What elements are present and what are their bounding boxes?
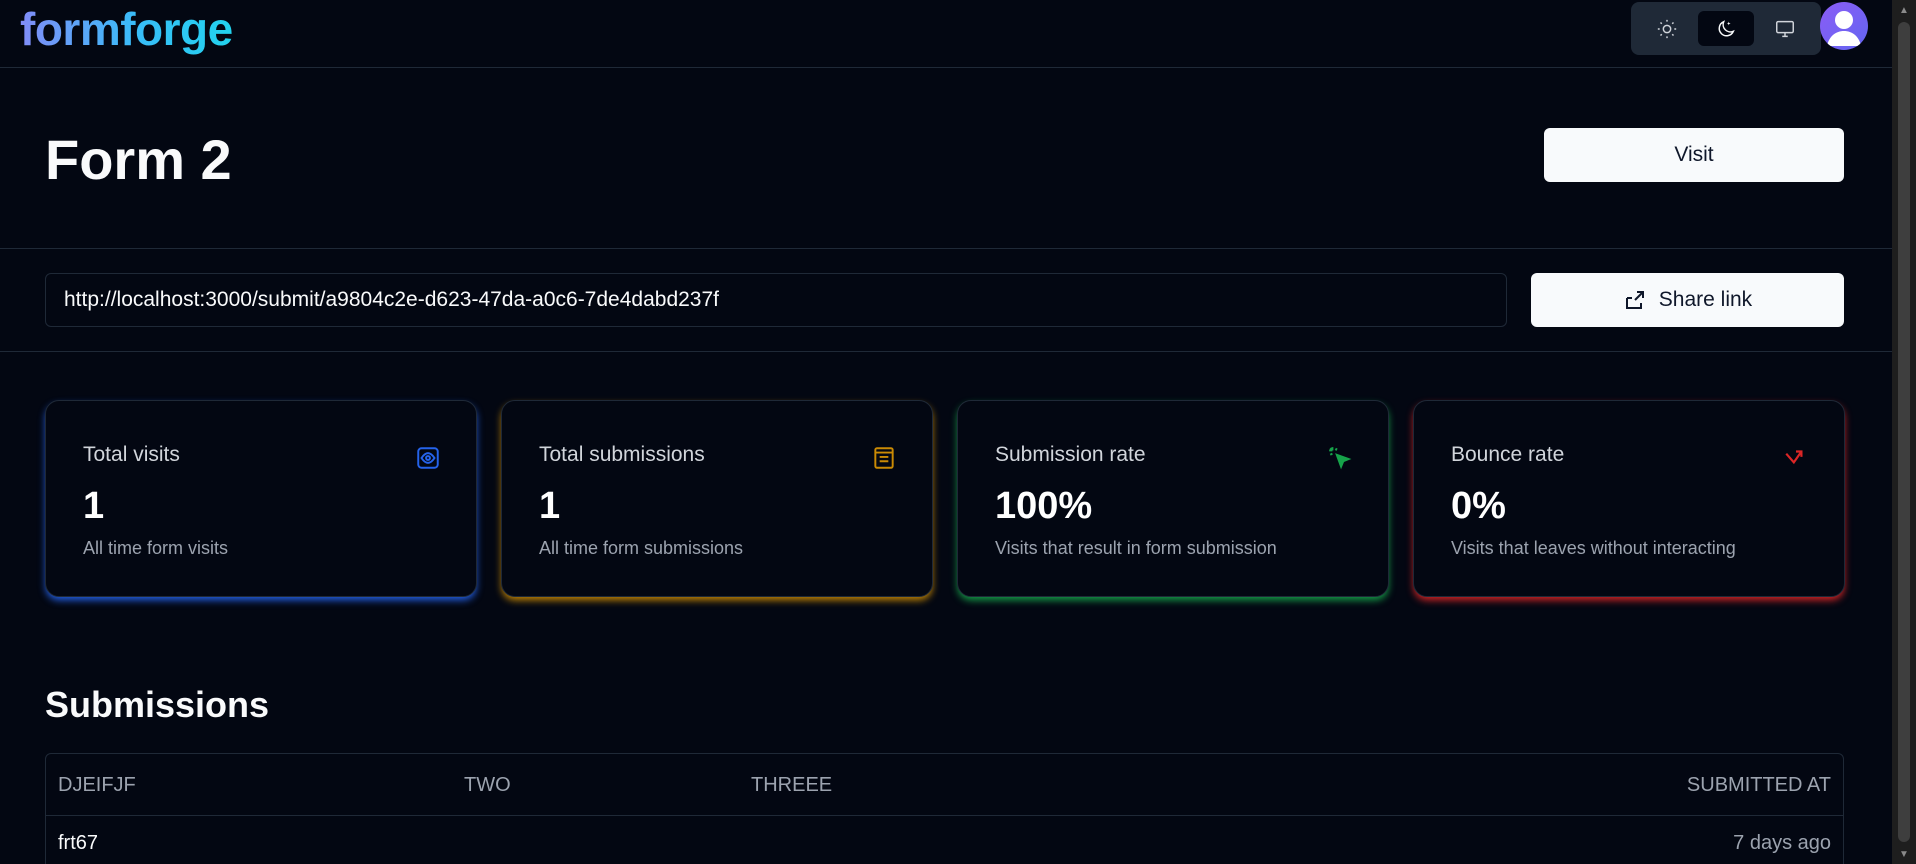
column-header: THREEE [751, 774, 833, 796]
stat-title: Total visits [83, 443, 180, 466]
system-theme-button[interactable] [1756, 11, 1813, 46]
scroll-up-arrow-icon[interactable]: ▲ [1892, 0, 1916, 20]
navbar: formforge [0, 0, 1892, 68]
share-link-button[interactable]: Share link [1531, 273, 1844, 327]
user-icon [1827, 11, 1861, 46]
app-logo[interactable]: formforge [20, 1, 233, 57]
stat-description: All time form visits [83, 538, 229, 558]
sun-icon [1658, 19, 1677, 38]
stat-title: Total submissions [539, 443, 705, 466]
stat-card-total-submissions: Total submissions 1 All time form submis… [501, 400, 933, 597]
form-icon [874, 447, 894, 469]
stat-card-total-visits: Total visits 1 All time form visits [45, 400, 477, 597]
submissions-heading: Submissions [45, 684, 270, 725]
dark-theme-button[interactable] [1697, 11, 1755, 46]
share-icon [1625, 291, 1644, 309]
light-theme-button[interactable] [1639, 11, 1696, 46]
column-header: TWO [464, 774, 511, 796]
bounce-arrow-icon [1785, 450, 1803, 465]
table-row: frt67 7 days ago [46, 816, 1843, 864]
stat-description: Visits that leaves without interacting [1451, 538, 1736, 558]
table-header: DJEIFJF TWO THREEE SUBMITTED AT [46, 754, 1843, 816]
moon-icon [1718, 19, 1735, 36]
stat-description: Visits that result in form submission [995, 538, 1277, 558]
submissions-table: DJEIFJF TWO THREEE SUBMITTED AT frt67 7 … [45, 753, 1844, 864]
submitted-at-cell: 7 days ago [1733, 832, 1831, 854]
stat-card-submission-rate: Submission rate 100% Visits that result … [957, 400, 1389, 597]
table-cell: frt67 [58, 832, 99, 854]
stat-value: 100% [995, 485, 1093, 527]
form-header: Form 2 Visit [0, 68, 1892, 249]
stat-value: 1 [539, 485, 561, 527]
eye-icon [417, 447, 439, 469]
scrollbar-thumb[interactable] [1898, 22, 1910, 842]
stat-title: Bounce rate [1451, 443, 1565, 466]
user-avatar[interactable] [1820, 2, 1868, 50]
page: formforge Form 2 Visit http://localhost:… [0, 0, 1892, 864]
column-header-submitted-at: SUBMITTED AT [1686, 774, 1831, 796]
stat-value: 1 [83, 485, 105, 527]
stat-title: Submission rate [995, 443, 1146, 466]
share-link-bar: Share link [0, 249, 1892, 352]
page-title: Form 2 [45, 128, 232, 191]
monitor-icon [1775, 20, 1794, 37]
cursor-click-icon [1329, 447, 1352, 470]
stat-value: 0% [1451, 485, 1506, 527]
column-header: DJEIFJF [58, 774, 136, 796]
share-link-label: Share link [1658, 288, 1753, 311]
stats-cards: Total visits 1 All time form visits Tota… [45, 400, 1845, 597]
theme-switcher [1631, 2, 1821, 55]
scroll-down-arrow-icon[interactable]: ▼ [1892, 844, 1916, 864]
stat-card-bounce-rate: Bounce rate 0% Visits that leaves withou… [1413, 400, 1845, 597]
vertical-scrollbar[interactable]: ▲ ▼ [1892, 0, 1916, 864]
visit-button[interactable]: Visit [1544, 128, 1844, 182]
share-url-input[interactable] [45, 273, 1507, 327]
stat-description: All time form submissions [539, 538, 744, 558]
